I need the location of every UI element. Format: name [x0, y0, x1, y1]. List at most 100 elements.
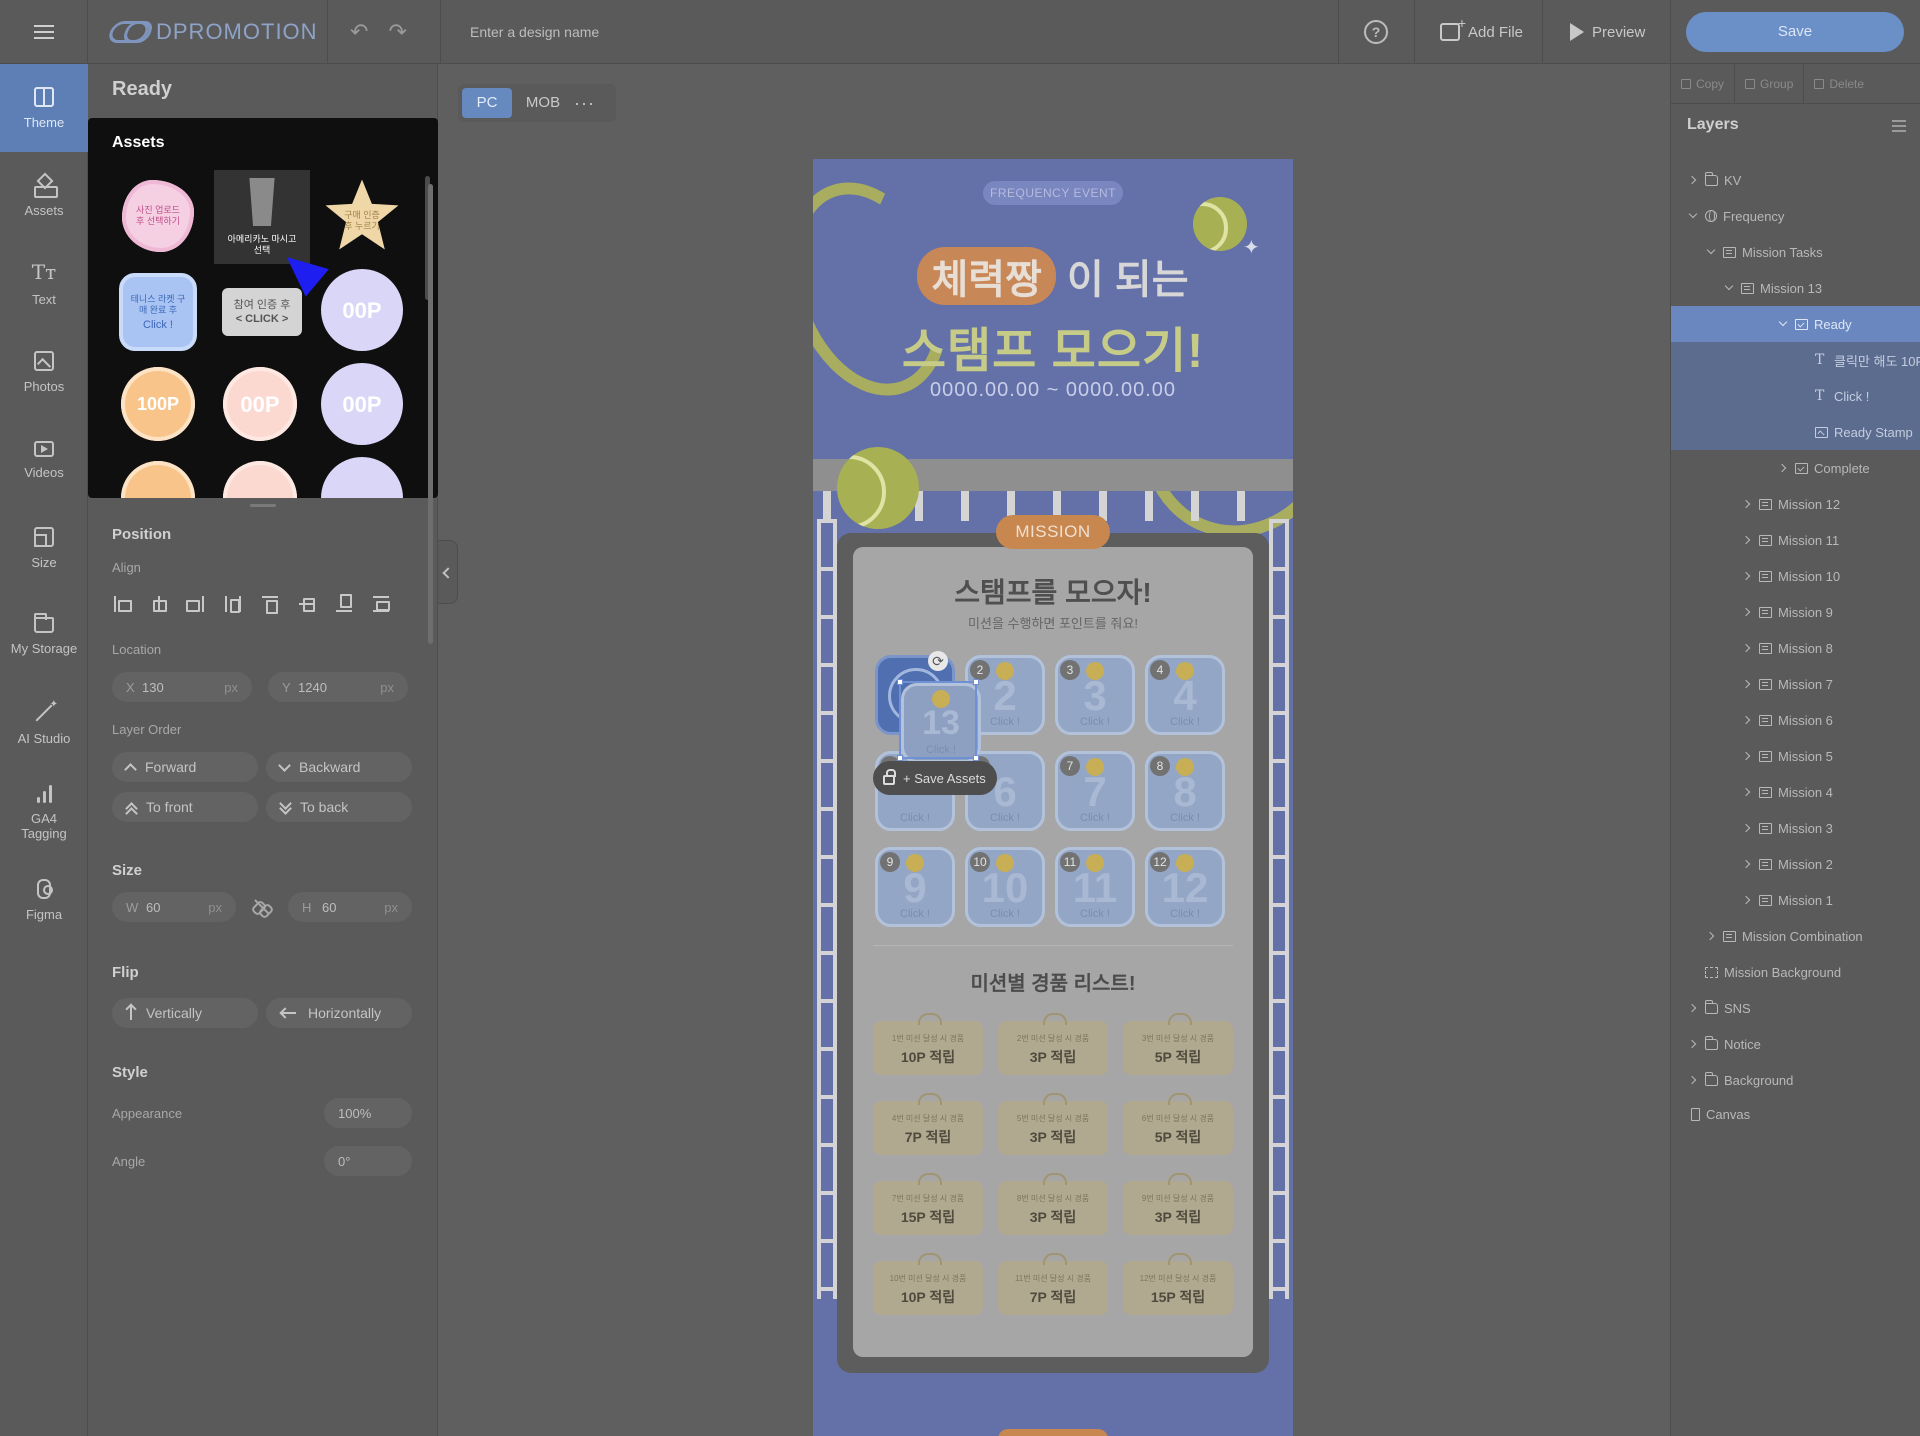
layer-item[interactable]: Mission Background: [1671, 954, 1920, 990]
asset-item[interactable]: 구매 인증 후 누르기: [324, 178, 400, 254]
align-center-vertical-icon[interactable]: [297, 594, 317, 614]
logo[interactable]: DPROMOTION: [105, 0, 318, 64]
layer-item-selected[interactable]: Ready: [1671, 306, 1920, 342]
height-field[interactable]: H 60 px: [288, 892, 412, 922]
align-center-horizontal-icon[interactable]: [149, 594, 169, 614]
mission-tag[interactable]: MISSION: [996, 515, 1110, 549]
layer-item[interactable]: T 클릭만 해도 10P: [1671, 342, 1920, 378]
flip-horizontal-button[interactable]: Horizontally: [266, 998, 412, 1028]
align-right-icon[interactable]: [186, 594, 206, 614]
rotate-icon[interactable]: ⟳: [928, 651, 948, 671]
layer-item[interactable]: SNS: [1671, 990, 1920, 1026]
backward-button[interactable]: Backward: [266, 752, 412, 782]
align-left-icon[interactable]: [112, 594, 132, 614]
mission-board[interactable]: 스탬프를 모으자! 미션을 수행하면 포인트를 줘요! 2 2 Click ! 33…: [837, 533, 1269, 1373]
prize-card[interactable]: 11번 미션 달성 시 경품 7P 적립: [998, 1253, 1108, 1315]
layer-item[interactable]: Mission 2: [1671, 846, 1920, 882]
rail-item-photos[interactable]: Photos: [0, 328, 88, 416]
mission-stamp[interactable]: 9 9 Click !: [875, 847, 955, 927]
rail-item-videos[interactable]: Videos: [0, 416, 88, 504]
layer-item[interactable]: Ready Stamp: [1671, 414, 1920, 450]
layer-item[interactable]: Mission 8: [1671, 630, 1920, 666]
width-field[interactable]: W 60 px: [112, 892, 236, 922]
resize-handle[interactable]: [897, 679, 903, 685]
resize-handle[interactable]: [973, 679, 979, 685]
layer-item[interactable]: Mission 5: [1671, 738, 1920, 774]
save-button[interactable]: Save: [1686, 12, 1904, 52]
prize-card[interactable]: 2번 미션 달성 시 경품 3P 적립: [998, 1013, 1108, 1075]
layer-item[interactable]: Mission 10: [1671, 558, 1920, 594]
angle-field[interactable]: 0°: [324, 1146, 412, 1176]
mission-stamp[interactable]: 7 7 Click !: [1055, 751, 1135, 831]
collapse-layers-icon[interactable]: [1892, 120, 1906, 132]
asset-item[interactable]: 테니스 라켓 구매 완료 후 Click !: [118, 272, 198, 352]
align-bottom-icon[interactable]: [334, 594, 354, 614]
rail-item-figma[interactable]: Figma: [0, 856, 88, 944]
layer-item[interactable]: Mission 1: [1671, 882, 1920, 918]
asset-item[interactable]: 00P: [324, 366, 400, 442]
distribute-vertical-icon[interactable]: [371, 594, 391, 614]
x-position-field[interactable]: X 130 px: [112, 672, 252, 702]
flip-vertical-button[interactable]: Vertically: [112, 998, 258, 1028]
layer-item[interactable]: Mission Tasks: [1671, 234, 1920, 270]
copy-button[interactable]: Copy: [1671, 63, 1736, 104]
device-mob-tab[interactable]: MOB: [518, 88, 568, 118]
asset-item[interactable]: 사진 업로드 후 선택하기: [120, 178, 196, 254]
device-pc-tab[interactable]: PC: [462, 88, 512, 118]
save-assets-button[interactable]: + Save Assets: [873, 761, 997, 795]
mission-stamp[interactable]: 3 3 Click !: [1055, 655, 1135, 735]
stamp-subtitle[interactable]: 미션을 수행하면 포인트를 줘요!: [853, 613, 1253, 632]
menu-icon[interactable]: [0, 0, 88, 64]
rail-item-theme[interactable]: Theme: [0, 64, 88, 152]
mission-stamp[interactable]: 11 11 Click !: [1055, 847, 1135, 927]
to-front-button[interactable]: To front: [112, 792, 258, 822]
prize-card[interactable]: 7번 미션 달성 시 경품 15P 적립: [873, 1173, 983, 1235]
prize-card[interactable]: 9번 미션 달성 시 경품 3P 적립: [1123, 1173, 1233, 1235]
forward-button[interactable]: Forward: [112, 752, 258, 782]
rail-item-assets[interactable]: Assets: [0, 152, 88, 240]
layer-item[interactable]: Mission 12: [1671, 486, 1920, 522]
rail-item-size[interactable]: Size: [0, 504, 88, 592]
event-date-range[interactable]: 0000.00.00 ~ 0000.00.00: [813, 379, 1293, 402]
asset-item[interactable]: [120, 460, 196, 498]
asset-item[interactable]: 00P: [222, 366, 298, 442]
panel-scrollbar[interactable]: [428, 184, 433, 644]
align-top-icon[interactable]: [260, 594, 280, 614]
prize-card[interactable]: 1번 미션 달성 시 경품 10P 적립: [873, 1013, 983, 1075]
prize-card[interactable]: 12번 미션 달성 시 경품 15P 적립: [1123, 1253, 1233, 1315]
frequency-event-pill[interactable]: FREQUENCY EVENT: [983, 181, 1123, 205]
mission-stamp[interactable]: 10 10 Click !: [965, 847, 1045, 927]
rail-item-my-storage[interactable]: My Storage: [0, 592, 88, 680]
prize-card[interactable]: 10번 미션 달성 시 경품 10P 적립: [873, 1253, 983, 1315]
delete-button[interactable]: Delete: [1804, 64, 1874, 104]
group-button[interactable]: Group: [1735, 63, 1805, 104]
asset-item[interactable]: [222, 460, 298, 498]
layer-item[interactable]: Mission 11: [1671, 522, 1920, 558]
layer-item[interactable]: Mission Combination: [1671, 918, 1920, 954]
selection-box[interactable]: [897, 679, 979, 761]
collapse-panel-button[interactable]: [438, 540, 458, 604]
layer-item[interactable]: Frequency: [1671, 198, 1920, 234]
unlink-ratio-icon[interactable]: [251, 897, 271, 917]
rail-item-ga4-tagging[interactable]: GA4 Tagging: [0, 768, 88, 856]
layer-item[interactable]: Canvas: [1671, 1096, 1920, 1132]
layer-item[interactable]: Mission 4: [1671, 774, 1920, 810]
resize-handle[interactable]: [250, 504, 276, 507]
asset-item[interactable]: [324, 460, 400, 498]
asset-item[interactable]: 00P: [324, 272, 400, 348]
distribute-horizontal-icon[interactable]: [223, 594, 243, 614]
layer-item[interactable]: KV: [1671, 162, 1920, 198]
rail-item-ai-studio[interactable]: AI Studio: [0, 680, 88, 768]
design-name-input[interactable]: [470, 20, 870, 44]
prize-card[interactable]: 4번 미션 달성 시 경품 7P 적립: [873, 1093, 983, 1155]
help-icon[interactable]: ?: [1364, 20, 1388, 44]
layer-item[interactable]: Background: [1671, 1062, 1920, 1098]
hero-title-line1[interactable]: 체력짱 이 되는: [813, 247, 1293, 305]
prize-list-title[interactable]: 미션별 경품 리스트!: [853, 967, 1253, 996]
mission-stamp[interactable]: 8 8 Click !: [1145, 751, 1225, 831]
prize-card[interactable]: 8번 미션 달성 시 경품 3P 적립: [998, 1173, 1108, 1235]
layer-item[interactable]: Notice: [1671, 1026, 1920, 1062]
y-position-field[interactable]: Y 1240 px: [268, 672, 408, 702]
add-file-button[interactable]: Add File: [1440, 0, 1523, 64]
to-back-button[interactable]: To back: [266, 792, 412, 822]
